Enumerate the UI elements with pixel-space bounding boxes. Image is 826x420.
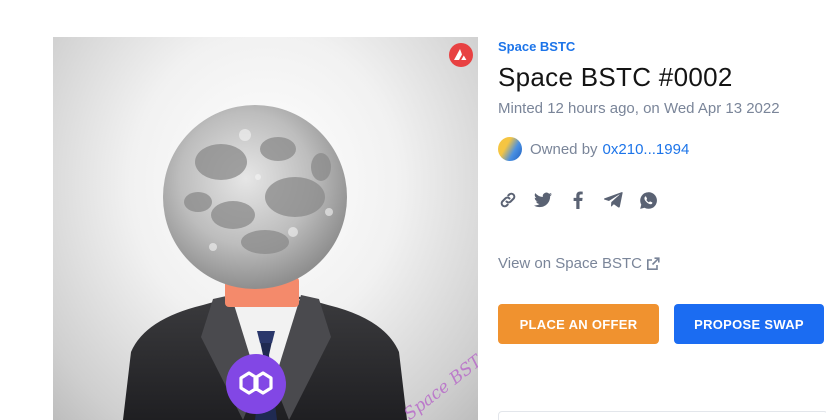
- share-row: [498, 190, 673, 210]
- propose-swap-button[interactable]: PROPOSE SWAP: [674, 304, 824, 344]
- nft-artwork[interactable]: Space BSTC: [53, 37, 478, 420]
- nft-details-panel: Space BSTC Space BSTC #0002 Minted 12 ho…: [498, 0, 826, 420]
- token-title: Space BSTC #0002: [498, 62, 733, 92]
- collection-link[interactable]: Space BSTC: [498, 39, 575, 54]
- whatsapp-icon[interactable]: [638, 190, 658, 210]
- facebook-icon[interactable]: [568, 190, 588, 210]
- details-card: [498, 411, 826, 420]
- minted-info: Minted 12 hours ago, on Wed Apr 13 2022: [498, 100, 780, 117]
- owner-row: Owned by 0x210...1994: [498, 137, 689, 161]
- nft-artwork-image: [123, 105, 407, 420]
- place-offer-button[interactable]: PLACE AN OFFER: [498, 304, 659, 344]
- link-icon[interactable]: [498, 190, 518, 210]
- view-on-collection-link[interactable]: View on Space BSTC: [498, 255, 660, 272]
- avalanche-chain-icon: [449, 43, 473, 67]
- owned-by-label: Owned by: [530, 140, 598, 158]
- view-link-label: View on Space BSTC: [498, 255, 642, 272]
- owner-address-link[interactable]: 0x210...1994: [603, 141, 690, 158]
- telegram-icon[interactable]: [603, 190, 623, 210]
- twitter-icon[interactable]: [533, 190, 553, 210]
- external-link-icon: [646, 256, 660, 271]
- owner-avatar[interactable]: [498, 137, 522, 161]
- nft-detail-page: Space BSTC Space BSTC Space BSTC #0002 M…: [0, 0, 826, 420]
